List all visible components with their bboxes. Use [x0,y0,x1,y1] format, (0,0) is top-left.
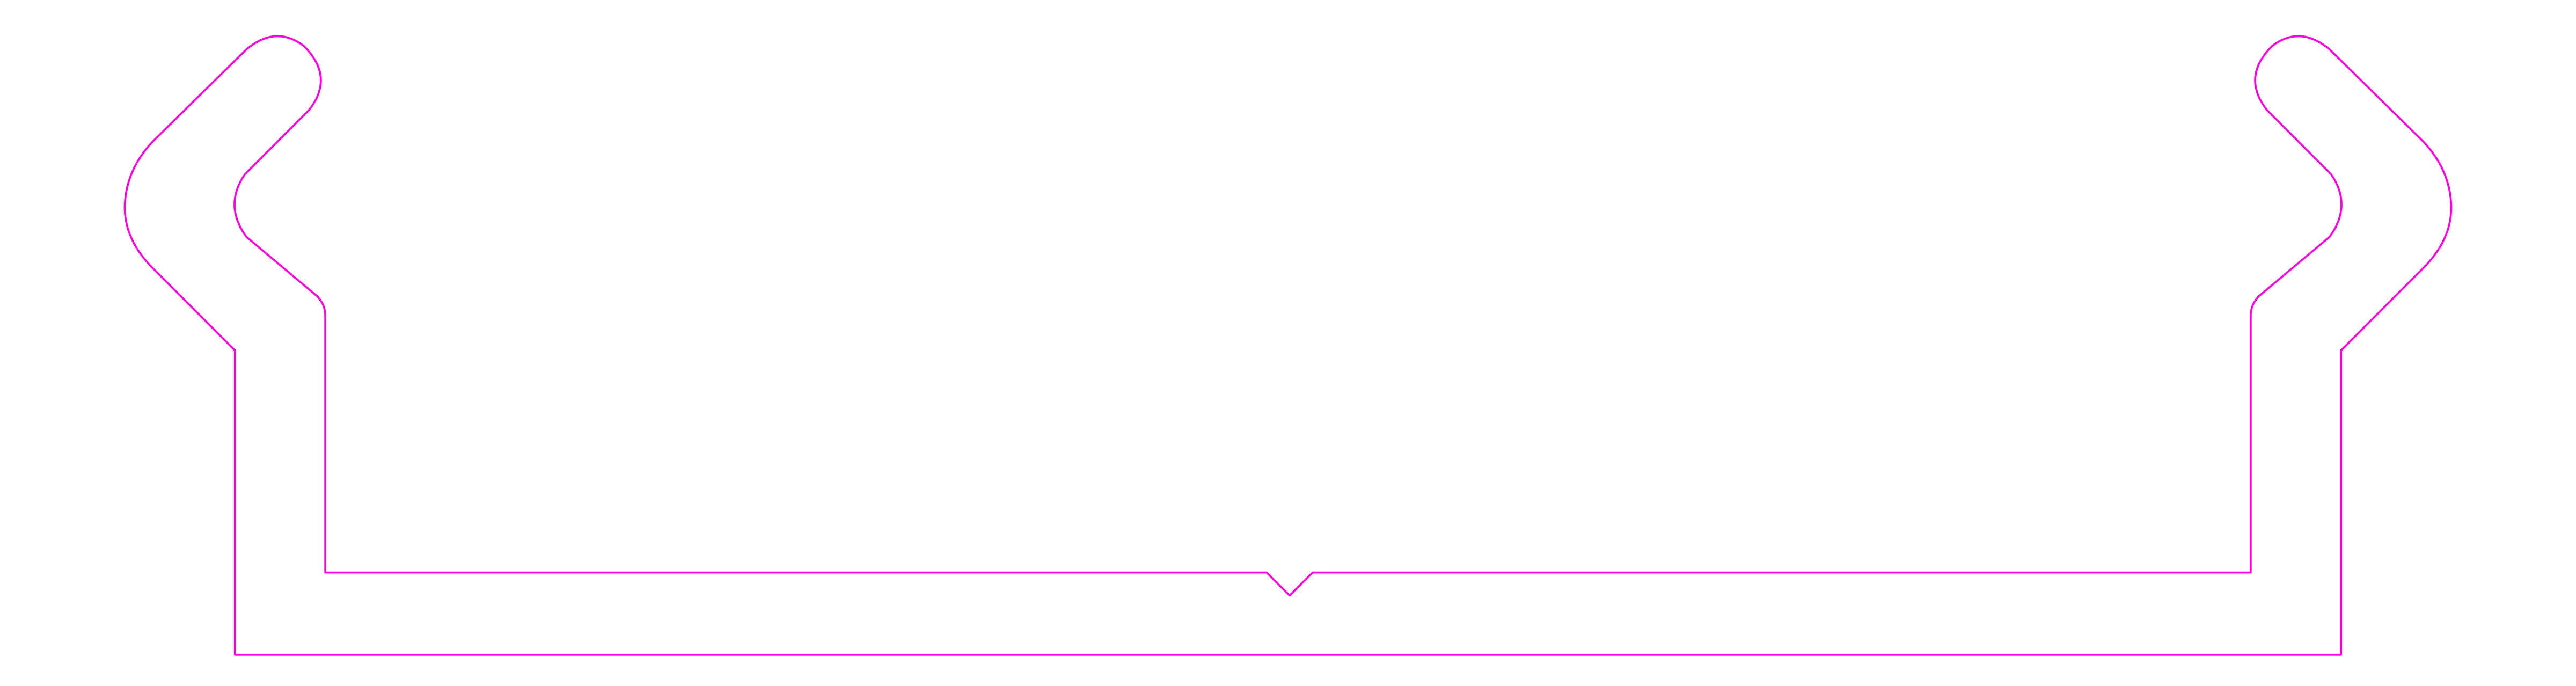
profile-drawing [123,35,2453,656]
channel-profile-outline [123,35,2453,656]
drawing-canvas [0,0,2576,686]
